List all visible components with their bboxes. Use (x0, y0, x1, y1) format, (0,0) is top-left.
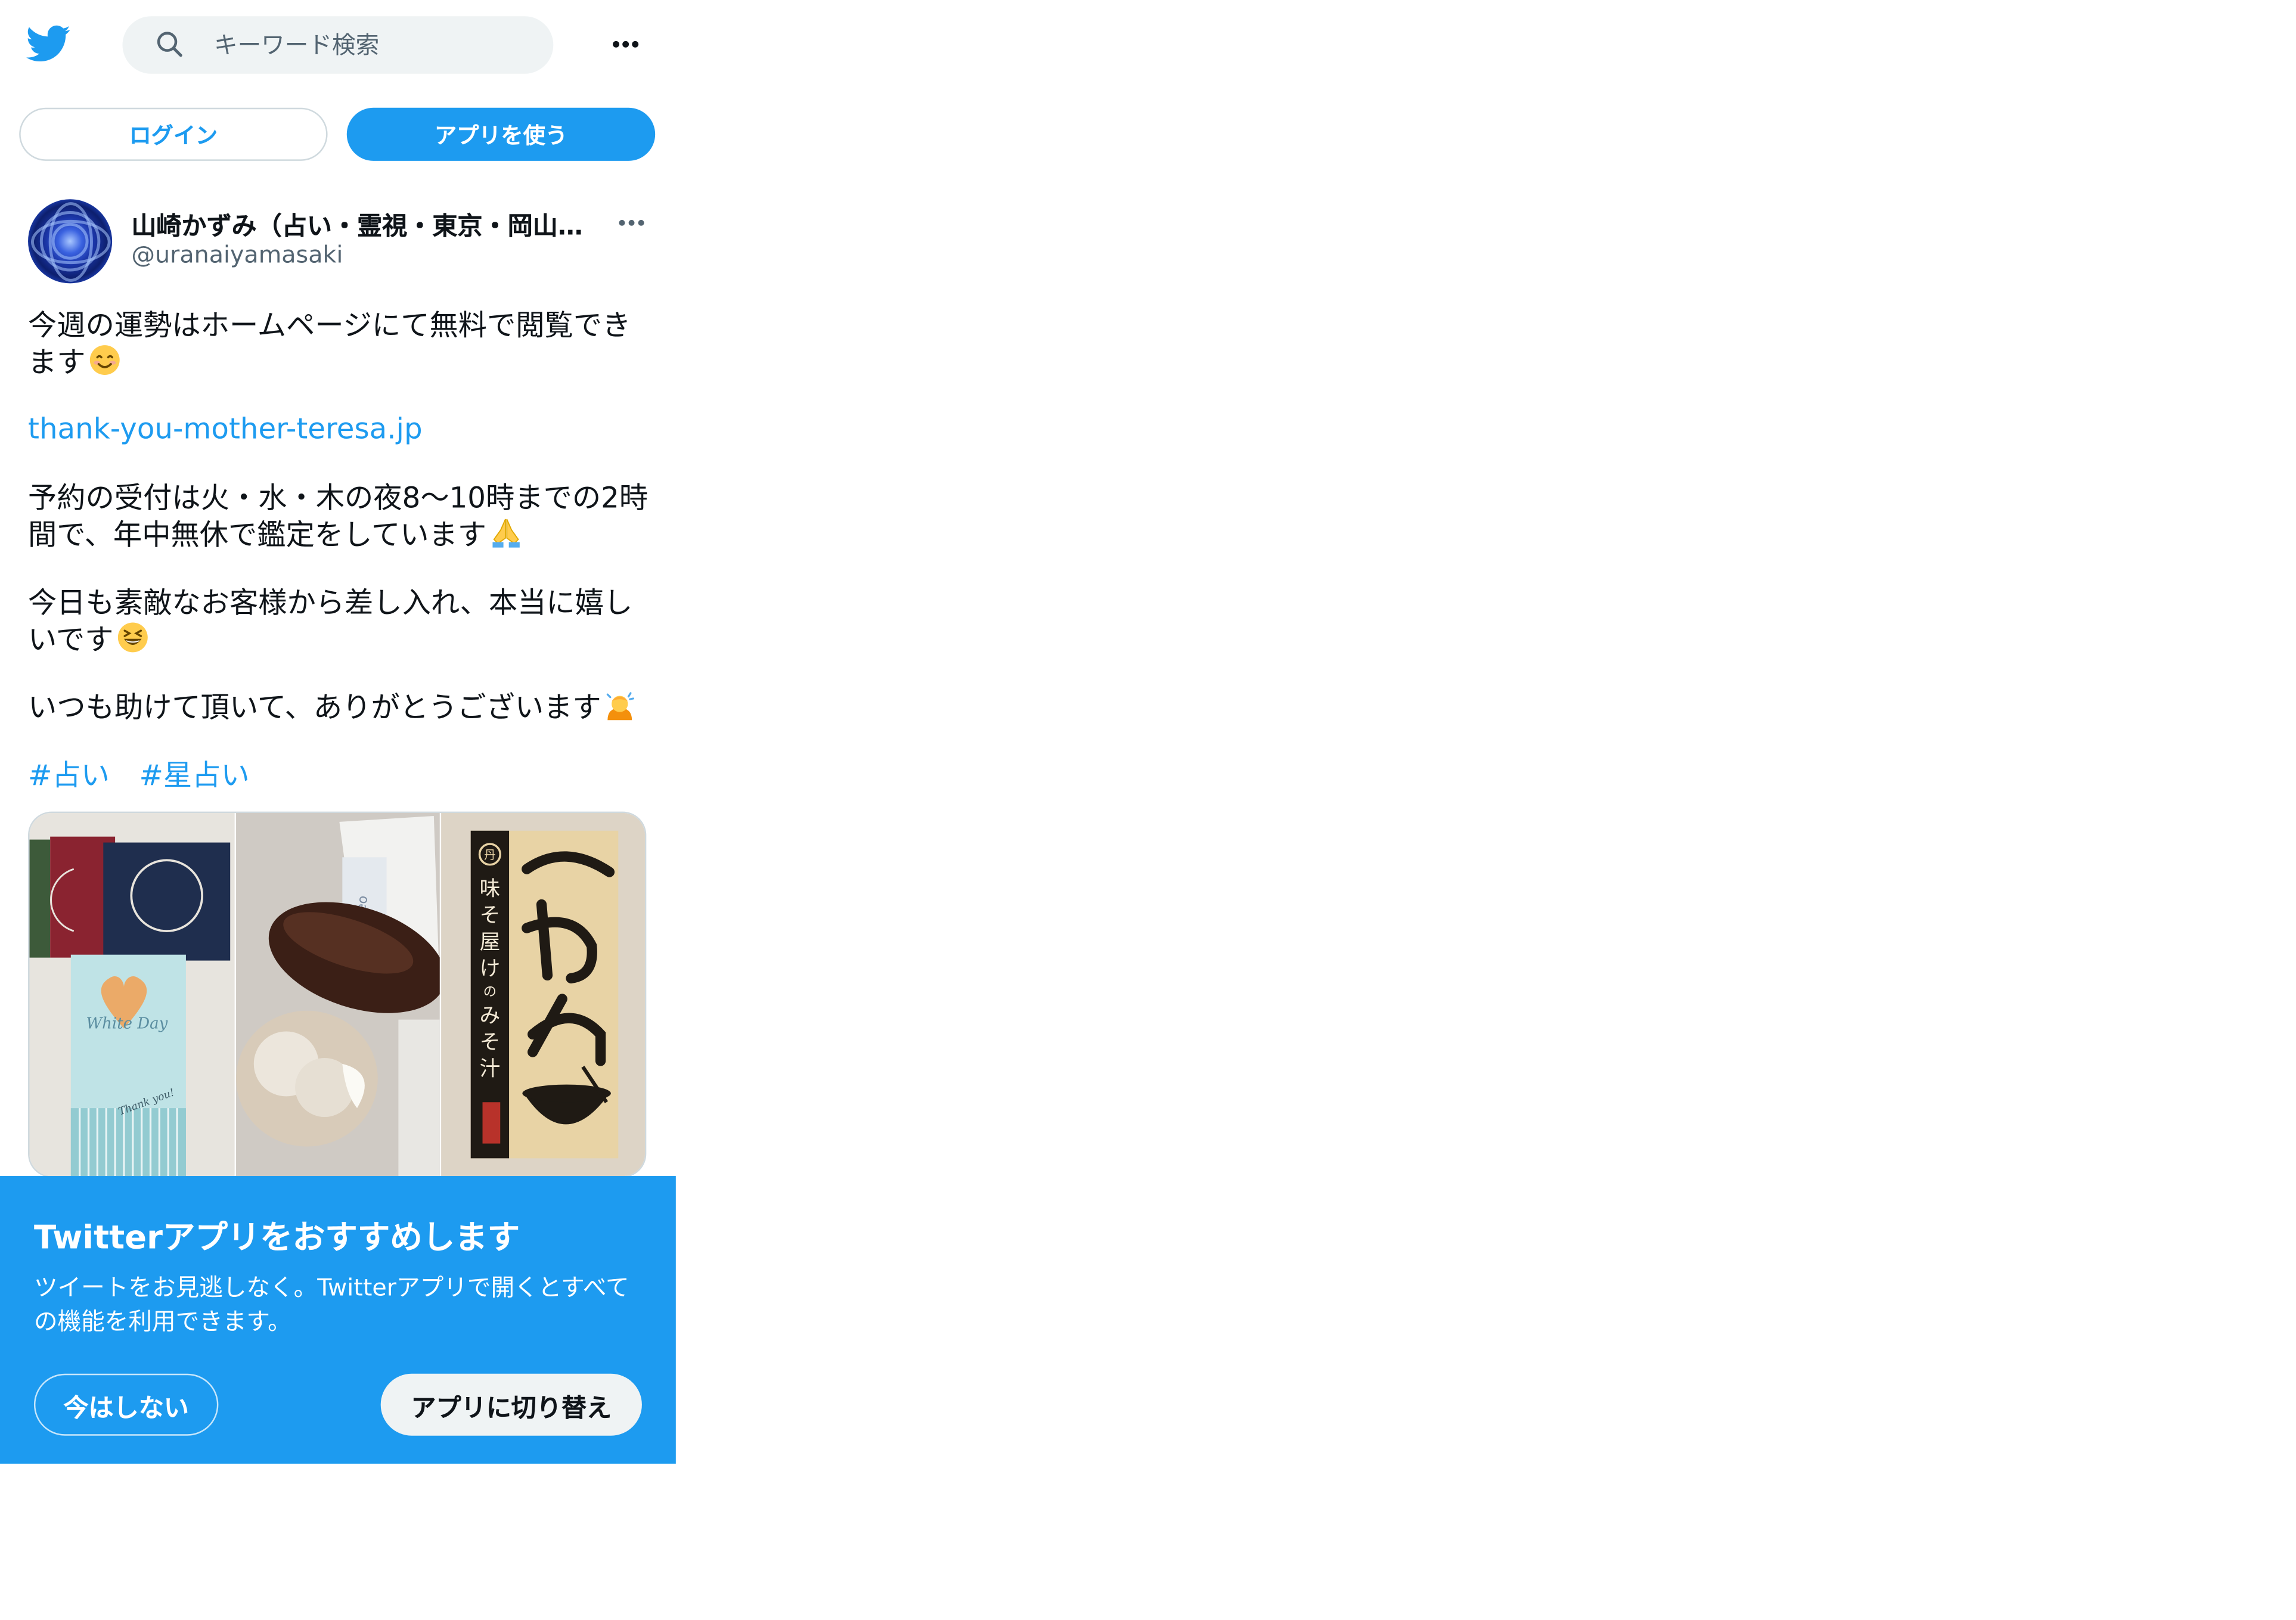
login-button[interactable]: ログイン (19, 107, 328, 161)
avatar[interactable] (28, 199, 113, 284)
svg-text:そ: そ (480, 904, 501, 927)
author-name[interactable]: 山崎かずみ（占い・霊視・東京・岡山… (131, 205, 596, 242)
eclair-and-cream-puff-photo[interactable]: Neo (236, 813, 440, 1177)
not-now-button[interactable]: 今はしない (33, 1373, 219, 1436)
svg-text:そ: そ (480, 1031, 501, 1054)
tweet-text-line: いつも助けて頂いて、ありがとうございます (28, 689, 637, 726)
grinning-squinting-face-emoji (117, 622, 148, 653)
tweet-text-line: いです (28, 621, 149, 658)
author-handle[interactable]: @uranaiyamasaki (131, 241, 343, 269)
svg-text:け: け (480, 957, 501, 980)
svg-text:み: み (480, 1004, 501, 1028)
tweet-text-fragment: ます (28, 345, 86, 380)
tweet-media[interactable]: White Day Thank you! Neo 丹 味 そ (28, 811, 647, 1178)
search-input[interactable] (213, 16, 539, 74)
app-promo-title: Twitterアプリをおすすめします (33, 1220, 520, 1258)
tweet-text-line: 予約の受付は火・水・木の夜8〜10時までの2時 (28, 481, 649, 515)
mobile-column: ログイン アプリを使う 山崎かずみ（占い・霊視・東京・岡山… @uranaiya… (0, 0, 676, 1620)
switch-to-app-button[interactable]: アプリに切り替え (380, 1373, 642, 1436)
svg-text:屋: 屋 (480, 930, 501, 954)
use-app-button[interactable]: アプリを使う (346, 107, 656, 161)
hashtag-row: #占い #星占い (28, 758, 250, 793)
hashtag-link[interactable]: #星占い (139, 758, 250, 792)
smiling-face-emoji (89, 345, 120, 375)
twitter-bird-icon[interactable] (26, 21, 71, 65)
folded-hands-emoji (492, 519, 519, 548)
svg-text:の: の (483, 984, 497, 1000)
svg-text:丹: 丹 (484, 848, 496, 862)
person-bowing-emoji (607, 692, 635, 721)
tweet-more-icon[interactable] (614, 207, 649, 239)
page: ログイン アプリを使う 山崎かずみ（占い・霊視・東京・岡山… @uranaiya… (0, 0, 2296, 1620)
tweet-text-fragment: いです (28, 622, 114, 657)
tweet-text-line: 間で、年中無休で鑑定をしています (28, 516, 522, 553)
app-promo-text: ツイートをお見逃しなく。Twitterアプリで開くとすべての機能を利用できます。 (33, 1273, 629, 1336)
tweet-text-fragment: いつも助けて頂いて、ありがとうございます (28, 690, 601, 725)
tweet-text-line: ます (28, 344, 121, 381)
miso-soup-package-photo[interactable]: 丹 味 そ 屋 け の み そ 汁 (441, 813, 646, 1177)
tweet-text-line: 今日も素敵なお客様から差し入れ、本当に嬉し (28, 585, 633, 620)
hashtag-link[interactable]: #占い (28, 758, 110, 792)
svg-text:汁: 汁 (480, 1057, 501, 1081)
svg-text:味: 味 (480, 877, 501, 901)
white-day-gift-photo[interactable]: White Day Thank you! (29, 813, 235, 1177)
search-icon (157, 32, 182, 57)
svg-text:White Day: White Day (86, 1014, 167, 1032)
search-box[interactable] (122, 16, 554, 74)
tweet-text-fragment: 間で、年中無休で鑑定をしています (28, 517, 487, 552)
tweet-text-line: 今週の運勢はホームページにて無料で閲覧でき (28, 308, 631, 343)
website-link[interactable]: thank-you-mother-teresa.jp (28, 412, 423, 447)
more-dots-icon[interactable] (605, 27, 646, 62)
